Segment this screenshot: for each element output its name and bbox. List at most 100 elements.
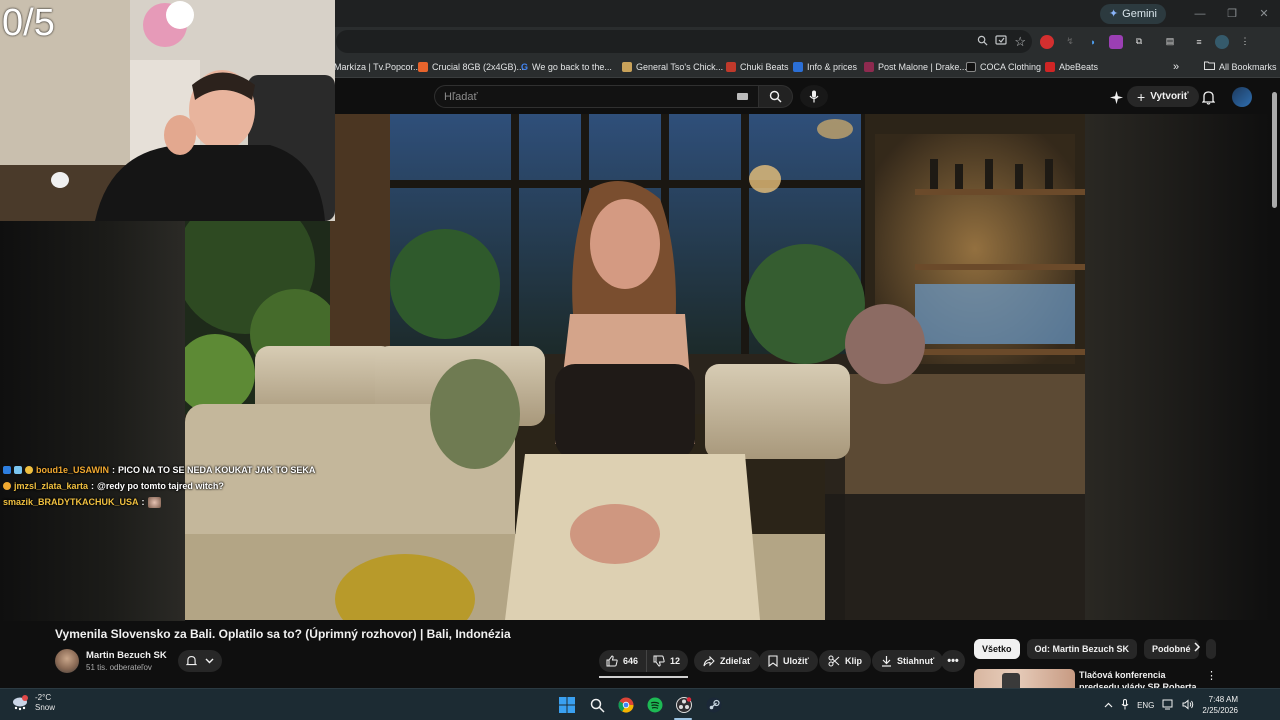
chevron-right-icon[interactable] — [1193, 641, 1201, 655]
taskbar-search-button[interactable] — [586, 694, 608, 716]
bookmark-item[interactable]: AbeBeats — [1045, 55, 1098, 78]
bookmark-favicon-icon — [622, 61, 632, 72]
bookmark-item[interactable]: General Tso's Chick... — [622, 55, 723, 78]
save-button[interactable]: Uložiť — [759, 650, 818, 672]
tray-mic-icon[interactable] — [1121, 698, 1129, 712]
bookmark-item[interactable]: Info & prices — [793, 55, 857, 78]
bookmark-item[interactable]: COCA Clothing — [966, 55, 1041, 78]
more-vertical-icon[interactable]: ⋮ — [1206, 669, 1217, 682]
channel-avatar[interactable] — [55, 649, 79, 673]
badge-icon — [3, 482, 11, 490]
bookmark-label: Markíza | Tv.Popcor... — [334, 61, 421, 72]
streamer-facecam: 0/5 — [0, 0, 335, 221]
chat-message: boud1e_USAWIN : PICO NA TO SE NEDA KOUKA… — [3, 462, 323, 478]
chip-from-channel[interactable]: Od: Martin Bezuch SK — [1026, 639, 1138, 659]
bookmark-item[interactable]: Post Malone | Drake... — [864, 55, 967, 78]
download-button[interactable]: Stiahnuť — [872, 650, 944, 672]
like-button[interactable]: 646 — [599, 650, 647, 672]
extensions-puzzle-icon[interactable]: ⧉ — [1132, 35, 1146, 49]
folder-icon — [1204, 61, 1215, 72]
page-scrollbar[interactable] — [1272, 92, 1277, 208]
network-icon[interactable] — [1162, 699, 1174, 712]
cast-icon[interactable] — [995, 34, 1007, 49]
chip-partial[interactable] — [1205, 639, 1216, 659]
chip-all[interactable]: Všetko — [974, 639, 1020, 659]
keyboard-icon[interactable] — [737, 93, 748, 100]
start-button[interactable] — [556, 694, 578, 716]
volume-icon[interactable] — [1182, 698, 1194, 712]
like-indicator — [599, 676, 688, 678]
chat-emote-icon — [147, 496, 161, 508]
search-input[interactable]: Hľadať — [434, 85, 758, 108]
clock[interactable]: 7:48 AM 2/25/2026 — [1202, 694, 1238, 716]
subscriber-count: 51 tis. odberateľov — [86, 663, 152, 672]
ambient-glow — [0, 221, 185, 621]
chevron-down-icon — [205, 658, 214, 664]
ext-purple-icon[interactable] — [1109, 34, 1123, 49]
bookmark-favicon-icon — [1045, 61, 1055, 72]
badge-icon — [14, 466, 22, 474]
chat-text: PICO NA TO SE NEDA KOUKAT JAK TO SEKA — [118, 465, 316, 475]
chat-message: smazik_BRADYTKACHUK_USA : — [3, 494, 323, 510]
chat-username: boud1e_USAWIN — [36, 465, 110, 475]
search-button[interactable] — [758, 85, 793, 108]
minimize-button[interactable]: — — [1184, 0, 1216, 27]
notifications-bell-icon[interactable] — [1198, 87, 1218, 107]
bookmark-label: Crucial 8GB (2x4GB)... — [432, 61, 525, 72]
weather-widget[interactable]: -2°C Snow — [11, 693, 55, 713]
gemini-sparkle-icon[interactable] — [1106, 87, 1126, 107]
browser-menu-icon[interactable]: ⋮ — [1238, 35, 1252, 49]
chat-username: smazik_BRADYTKACHUK_USA — [3, 497, 139, 507]
tray-overflow-chevron-icon[interactable] — [1104, 701, 1113, 710]
chat-username: jmzsl_zlata_karta — [14, 481, 89, 491]
maximize-button[interactable]: ❐ — [1216, 0, 1248, 27]
voice-search-button[interactable] — [800, 85, 828, 108]
address-bar[interactable]: ☆ — [336, 30, 1032, 53]
ext-red-icon[interactable] — [1040, 34, 1054, 49]
search-icon — [769, 90, 782, 103]
chip-related[interactable]: Podobné — [1144, 639, 1199, 659]
ambient-glow — [1085, 114, 1270, 620]
goal-counter: 0/5 — [2, 2, 55, 44]
subscription-bell-button[interactable] — [178, 650, 222, 672]
ext-audio-icon[interactable]: ◗ — [1086, 35, 1100, 49]
bookmark-item[interactable]: Markíza | Tv.Popcor... — [334, 55, 421, 78]
create-button[interactable]: + Vytvoriť — [1127, 86, 1199, 107]
badge-icon — [3, 466, 11, 474]
bookmark-item[interactable]: Crucial 8GB (2x4GB)... — [418, 55, 524, 78]
bookmark-star-icon[interactable]: ☆ — [1014, 34, 1026, 50]
close-window-button[interactable]: ✕ — [1248, 0, 1280, 27]
download-icon — [882, 656, 891, 667]
bookmark-label: Post Malone | Drake... — [878, 61, 967, 72]
dislike-button[interactable]: 12 — [647, 650, 680, 672]
share-icon — [703, 655, 715, 666]
channel-name[interactable]: Martin Bezuch SK — [86, 650, 167, 661]
chat-message: jmzsl_zlata_karta : @redy po tomto tajre… — [3, 478, 323, 494]
profile-avatar-icon[interactable] — [1215, 34, 1229, 49]
bookmarks-overflow-button[interactable]: » — [1173, 55, 1179, 78]
more-horizontal-icon: ••• — [947, 655, 959, 667]
clip-button[interactable]: Klip — [819, 650, 871, 672]
clock-time: 7:48 AM — [1208, 695, 1238, 704]
chat-separator: : — [91, 481, 95, 491]
gemini-button[interactable]: ✦ Gemini — [1099, 3, 1166, 24]
reading-list-icon[interactable]: ≡ — [1192, 35, 1206, 49]
bookmark-item[interactable]: G We go back to the... — [521, 55, 612, 78]
media-control-icon[interactable]: ▤ — [1163, 35, 1177, 49]
temperature: -2°C — [35, 693, 52, 702]
ext-arrow-icon[interactable]: ↯ — [1063, 35, 1077, 49]
share-button[interactable]: Zdieľať — [694, 650, 761, 672]
scissors-icon — [828, 655, 840, 667]
bookmark-item[interactable]: Chuki Beats — [726, 55, 789, 78]
steam-app-icon[interactable] — [703, 694, 725, 716]
language-indicator[interactable]: ENG — [1137, 701, 1154, 710]
account-avatar[interactable] — [1232, 87, 1252, 107]
all-bookmarks-button[interactable]: All Bookmarks — [1204, 55, 1277, 78]
more-actions-button[interactable]: ••• — [941, 650, 965, 672]
thumbs-up-icon — [606, 655, 618, 667]
zoom-icon[interactable] — [977, 35, 988, 49]
chrome-app-icon[interactable] — [615, 694, 637, 716]
spotify-app-icon[interactable] — [644, 694, 666, 716]
thumbs-down-icon — [653, 655, 665, 667]
obs-app-icon[interactable] — [673, 694, 695, 716]
